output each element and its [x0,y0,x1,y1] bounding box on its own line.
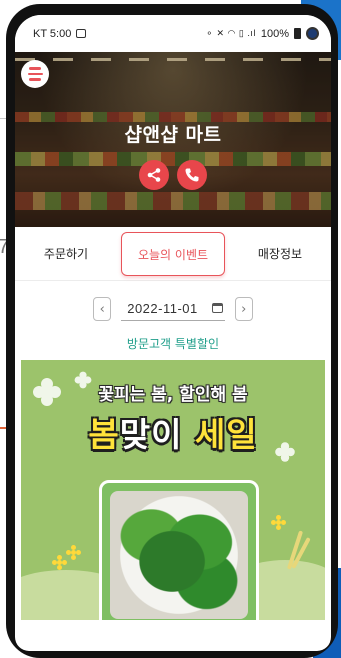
date-field[interactable]: 2022-11-01 [121,298,225,321]
spinach-photo [110,491,248,619]
hamburger-icon [27,72,43,76]
tab-order[interactable]: 주문하기 [15,232,117,276]
phone-icon [185,168,199,182]
menu-button[interactable] [21,60,49,88]
hamburger-icon [29,67,41,70]
hero-actions [15,160,331,190]
share-icon [147,168,161,182]
flower-decoration [71,550,76,555]
status-left: KT 5:00 [33,27,87,40]
status-bar: KT 5:00 ⚬ ✕ ◠ ▯ .ıl 100% [15,15,331,52]
tab-today-event[interactable]: 오늘의 이벤트 [121,231,225,276]
share-button[interactable] [139,160,169,190]
spinach-photo-frame [99,480,259,620]
store-hero: 샵앤샵 마트 [15,52,331,227]
event-banner[interactable]: 꽃피는 봄, 할인해 봄 봄맞이 세일 [21,360,325,620]
headline-part: 봄 [88,415,120,454]
phone-frame: KT 5:00 ⚬ ✕ ◠ ▯ .ıl 100% 샵앤샵 마트 주문하기 오늘의… [6,4,338,658]
gallery-notification-icon [76,29,87,38]
chevron-left-icon: ‹ [99,301,105,317]
signal-icons: ⚬ ✕ ◠ ▯ .ıl [205,28,256,38]
banner-subtitle: 꽃피는 봄, 할인해 봄 [98,385,248,405]
headline-part: 맞이 [119,415,195,454]
flower-decoration [276,520,281,525]
headline-part: 세일 [194,415,258,454]
flower-decoration [57,560,62,565]
selected-date: 2022-11-01 [127,300,198,316]
store-name: 샵앤샵 마트 [124,124,222,146]
battery-icon [294,28,301,39]
event-title: 방문고객 특별할인 [126,337,220,351]
status-right: ⚬ ✕ ◠ ▯ .ıl 100% [205,27,319,40]
banner-headline: 봄맞이 세일 [21,408,325,456]
hamburger-icon [29,78,41,81]
call-button[interactable] [177,160,207,190]
tab-store-info[interactable]: 매장정보 [229,232,331,276]
carrier-time: KT 5:00 [33,27,72,40]
prev-date-button[interactable]: ‹ [93,297,112,321]
battery-percent: 100% [260,27,289,40]
date-picker: ‹ 2022-11-01 › [15,297,331,321]
chevron-right-icon: › [241,301,247,317]
calendar-icon [211,303,223,313]
app-status-icon [306,27,319,40]
tab-bar: 주문하기 오늘의 이벤트 매장정보 [15,227,331,281]
next-date-button[interactable]: › [234,297,253,321]
phone-screen: KT 5:00 ⚬ ✕ ◠ ▯ .ıl 100% 샵앤샵 마트 주문하기 오늘의… [15,15,331,651]
